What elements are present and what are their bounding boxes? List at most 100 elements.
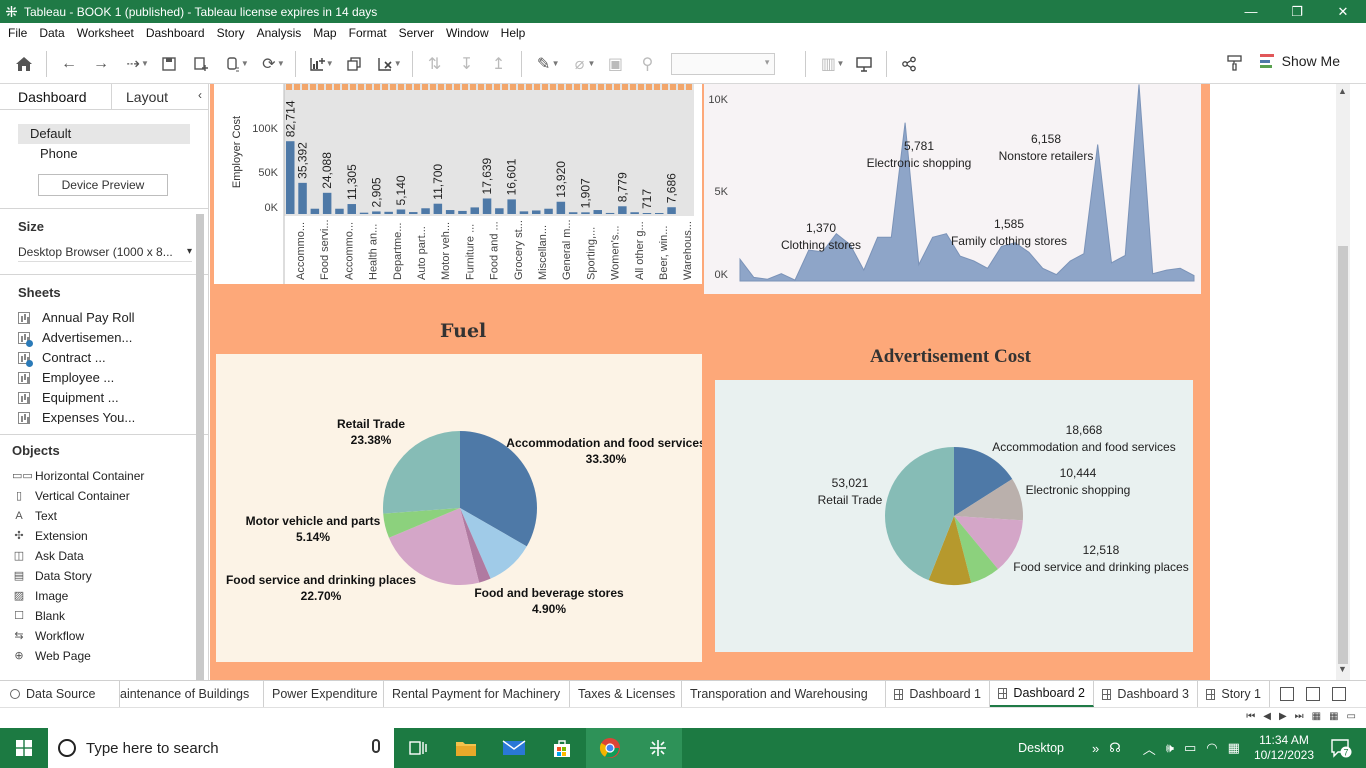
show-tabs-icon[interactable]: ▭ <box>1347 711 1356 722</box>
employer-cost-bar[interactable] <box>396 209 406 214</box>
keyboard-icon[interactable]: ▦ <box>1228 740 1240 756</box>
fuel-pie-chart[interactable]: Accommodation and food services 33.30% F… <box>216 354 706 662</box>
pie-slice[interactable] <box>382 431 460 514</box>
employer-cost-bar[interactable] <box>581 212 590 214</box>
canvas-scrollbar[interactable]: ▲ ▼ <box>1336 84 1350 680</box>
employer-cost-bar[interactable] <box>470 207 480 214</box>
menu-dashboard[interactable]: Dashboard <box>140 23 211 44</box>
menu-analysis[interactable]: Analysis <box>251 23 308 44</box>
employer-cost-bar[interactable] <box>384 211 393 214</box>
chevron-down-icon[interactable]: ▼ <box>277 59 285 68</box>
menu-file[interactable]: File <box>2 23 33 44</box>
sort-ascending-icon[interactable]: ↧ <box>451 49 483 79</box>
tab-transporation-and-warehousing[interactable]: Transporation and Warehousing <box>682 681 886 707</box>
tableau-taskbar-icon[interactable] <box>634 728 682 768</box>
employer-cost-chart[interactable]: Employer Cost 100K 50K 0K 82,714 35,392 24… <box>214 84 702 284</box>
employer-cost-bar[interactable] <box>335 208 344 214</box>
menu-window[interactable]: Window <box>440 23 495 44</box>
menu-server[interactable]: Server <box>393 23 440 44</box>
close-button[interactable]: ✕ <box>1320 0 1366 23</box>
object-item[interactable]: ⇆ Workflow <box>12 626 208 646</box>
employer-cost-bar[interactable] <box>286 141 295 214</box>
scrollbar-thumb[interactable] <box>1338 246 1348 664</box>
notification-center-icon[interactable]: 7 <box>1330 738 1354 758</box>
chevron-down-icon[interactable]: ▼ <box>141 59 149 68</box>
first-sheet-icon[interactable]: ⏮ <box>1246 711 1255 722</box>
employer-cost-bar[interactable] <box>507 199 516 214</box>
next-sheet-icon[interactable]: ▶ <box>1279 711 1287 722</box>
sheet-item[interactable]: Employee ... <box>18 368 208 388</box>
employer-cost-bar[interactable] <box>655 213 664 214</box>
chevron-down-icon[interactable]: ▼ <box>588 59 596 68</box>
undo-icon[interactable]: ← <box>53 49 85 79</box>
show-me-button[interactable]: Show Me <box>1259 53 1340 69</box>
object-item[interactable]: ▤ Data Story <box>12 566 208 586</box>
sheet-item[interactable]: Advertisemen... <box>18 328 208 348</box>
redo-icon[interactable]: → <box>85 49 117 79</box>
size-select[interactable]: Desktop Browser (1000 x 8... <box>18 242 192 262</box>
show-mark-labels-icon[interactable]: ▣ <box>599 49 631 79</box>
object-item[interactable]: ◫ Ask Data <box>12 546 208 566</box>
employer-cost-bar[interactable] <box>556 201 566 214</box>
employer-cost-bar[interactable] <box>532 210 541 214</box>
employer-cost-bar[interactable] <box>298 182 307 214</box>
menu-help[interactable]: Help <box>495 23 532 44</box>
taskbar-search-input[interactable]: Type here to search <box>48 728 394 768</box>
battery-icon[interactable]: ▭ <box>1184 740 1196 756</box>
fix-axes-icon[interactable]: ⚲ <box>631 49 663 79</box>
people-icon[interactable]: ☊ <box>1109 740 1121 756</box>
chevron-down-icon[interactable]: ▼ <box>326 59 334 68</box>
save-icon[interactable] <box>153 49 185 79</box>
tab-story-1[interactable]: Story 1 <box>1198 681 1270 707</box>
share-icon[interactable] <box>893 49 925 79</box>
employer-cost-bar[interactable] <box>605 212 615 214</box>
employer-cost-bar[interactable] <box>409 212 418 214</box>
tab-data-source[interactable]: Data Source <box>0 681 120 707</box>
new-dashboard-icon[interactable] <box>1306 687 1320 701</box>
object-item[interactable]: ▯ Vertical Container <box>12 486 208 506</box>
chevron-down-icon[interactable]: ▼ <box>241 59 249 68</box>
new-worksheet-icon[interactable] <box>1280 687 1294 701</box>
employer-cost-bar[interactable] <box>347 204 357 214</box>
presentation-mode-icon[interactable] <box>848 49 880 79</box>
employer-cost-bar[interactable] <box>372 211 381 214</box>
tab-layout[interactable]: Layout <box>112 84 186 109</box>
fit-select[interactable] <box>671 52 776 75</box>
desktop-toolbar[interactable]: Desktop <box>1018 741 1064 755</box>
object-item[interactable]: ⊕ Web Page <box>12 646 208 666</box>
object-item[interactable]: ✣ Extension <box>12 526 208 546</box>
sheet-item[interactable]: Expenses You... <box>18 408 208 424</box>
chrome-icon[interactable] <box>586 728 634 768</box>
scrollbar-thumb[interactable] <box>196 214 204 694</box>
employer-cost-bar[interactable] <box>421 208 430 214</box>
employer-cost-bar[interactable] <box>322 192 332 214</box>
new-data-source-icon[interactable] <box>185 49 217 79</box>
scroll-down-icon[interactable]: ▼ <box>1338 664 1347 674</box>
employer-cost-bar[interactable] <box>433 203 443 214</box>
employer-cost-bar[interactable] <box>593 210 603 214</box>
show-sheet-sorter-icon[interactable]: ▦ <box>1329 711 1338 722</box>
microphone-icon[interactable] <box>372 739 380 753</box>
taskbar-clock[interactable]: 11:34 AM 10/12/2023 <box>1254 733 1314 763</box>
sheet-item[interactable]: Contract ... <box>18 348 208 368</box>
show-filmstrip-icon[interactable]: ▦ <box>1312 711 1321 722</box>
minimize-button[interactable]: — <box>1228 0 1274 23</box>
object-item[interactable]: A Text <box>12 506 208 526</box>
advertisement-cost-pie-chart[interactable]: 18,668 Accommodation and food services 1… <box>715 380 1193 652</box>
object-item[interactable]: ▨ Image <box>12 586 208 606</box>
employer-cost-bar[interactable] <box>445 210 455 214</box>
home-icon[interactable] <box>8 49 40 79</box>
chevron-down-icon[interactable]: ▼ <box>836 59 844 68</box>
menu-worksheet[interactable]: Worksheet <box>71 23 140 44</box>
show-hidden-icons-icon[interactable]: ︿ <box>1143 739 1156 758</box>
device-default[interactable]: Default <box>18 124 190 144</box>
employer-cost-bar[interactable] <box>642 213 652 214</box>
menu-map[interactable]: Map <box>307 23 342 44</box>
object-item[interactable]: ☐ Blank <box>12 606 208 626</box>
employer-cost-bar[interactable] <box>568 212 578 214</box>
employer-cost-bar[interactable] <box>310 208 320 214</box>
sheet-item[interactable]: Annual Pay Roll <box>18 308 208 328</box>
tab-maintenance-of-buildings[interactable]: aintenance of Buildings <box>120 681 264 707</box>
sheet-item[interactable]: Equipment ... <box>18 388 208 408</box>
last-sheet-icon[interactable]: ⏭ <box>1295 711 1304 722</box>
